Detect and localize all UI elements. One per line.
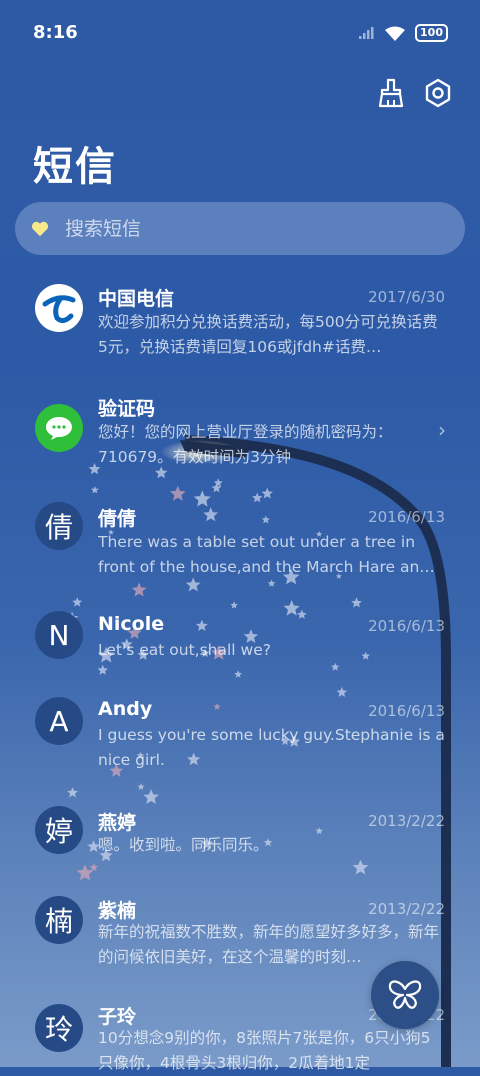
conversation-preview: 嗯。收到啦。同乐同乐。 (98, 836, 269, 854)
conversation-item[interactable]: A Andy 2016/6/13 I guess you're some luc… (0, 686, 480, 796)
conversation-item[interactable]: 验证码 您好！您的网上营业厅登录的随机密码为：710679。有效时间为3分钟 › (0, 380, 480, 492)
header-actions (378, 78, 452, 108)
conversation-preview: 您好！您的网上营业厅登录的随机密码为：710679。有效时间为3分钟 (98, 423, 393, 466)
conversation-date: 2016/6/13 (368, 617, 445, 635)
avatar: N (35, 611, 83, 659)
conversation-preview: Let's eat out,shall we? (98, 641, 271, 659)
heart-icon (31, 221, 49, 236)
new-message-button[interactable] (371, 961, 439, 1029)
broom-icon[interactable] (378, 78, 404, 108)
search-input[interactable] (63, 216, 427, 241)
conversation-preview: 10分想念9别的你，8张照片7张是你，6只小狗5只像你，4根骨头3根归你，2瓜着… (98, 1029, 431, 1072)
conversation-name: 燕婷 (98, 812, 137, 834)
conversation-preview: I guess you're some lucky guy.Stephanie … (98, 726, 445, 769)
signal-icon (359, 27, 374, 39)
conversation-name: Andy (98, 698, 153, 720)
butterfly-icon (388, 980, 422, 1009)
conversation-preview: 欢迎参加积分兑换话费活动，每500分可兑换话费5元，兑换话费请回复106或jfd… (98, 313, 438, 356)
conversation-item[interactable]: 倩 倩倩 2016/6/13 There was a table set out… (0, 492, 480, 602)
avatar: 婷 (35, 806, 83, 854)
conversation-date: 2017/6/30 (368, 288, 445, 306)
avatar: 倩 (35, 502, 83, 550)
china-telecom-logo (35, 284, 83, 332)
settings-icon[interactable] (424, 78, 452, 108)
avatar: 楠 (35, 896, 83, 944)
conversation-item[interactable]: 婷 燕婷 2013/2/22 嗯。收到啦。同乐同乐。 (0, 796, 480, 886)
status-bar: 8:16 100 (0, 0, 480, 68)
conversation-date: 2013/2/22 (368, 900, 445, 918)
conversation-date: 2016/6/13 (368, 508, 445, 526)
conversation-name: 紫楠 (98, 900, 137, 922)
conversation-preview: There was a table set out under a tree i… (98, 533, 435, 576)
conversation-item[interactable]: N Nicole 2016/6/13 Let's eat out,shall w… (0, 602, 480, 686)
conversation-name: Nicole (98, 613, 165, 635)
chevron-right-icon: › (438, 418, 446, 442)
search-bar[interactable] (15, 202, 465, 255)
conversation-date: 2016/6/13 (368, 702, 445, 720)
conversation-date: 2013/2/22 (368, 812, 445, 830)
page-title: 短信 (33, 144, 117, 190)
sms-bubble-logo (35, 404, 83, 452)
conversation-name: 验证码 (98, 398, 156, 420)
battery-icon: 100 (415, 24, 448, 42)
conversation-item[interactable]: 中国电信 2017/6/30 欢迎参加积分兑换话费活动，每500分可兑换话费5元… (0, 270, 480, 380)
avatar: 玲 (35, 1004, 83, 1052)
conversation-name: 中国电信 (98, 288, 175, 310)
avatar: A (35, 697, 83, 745)
conversation-name: 子玲 (98, 1006, 137, 1028)
wifi-icon (385, 26, 406, 41)
status-time: 8:16 (33, 22, 78, 43)
conversation-name: 倩倩 (98, 508, 137, 530)
